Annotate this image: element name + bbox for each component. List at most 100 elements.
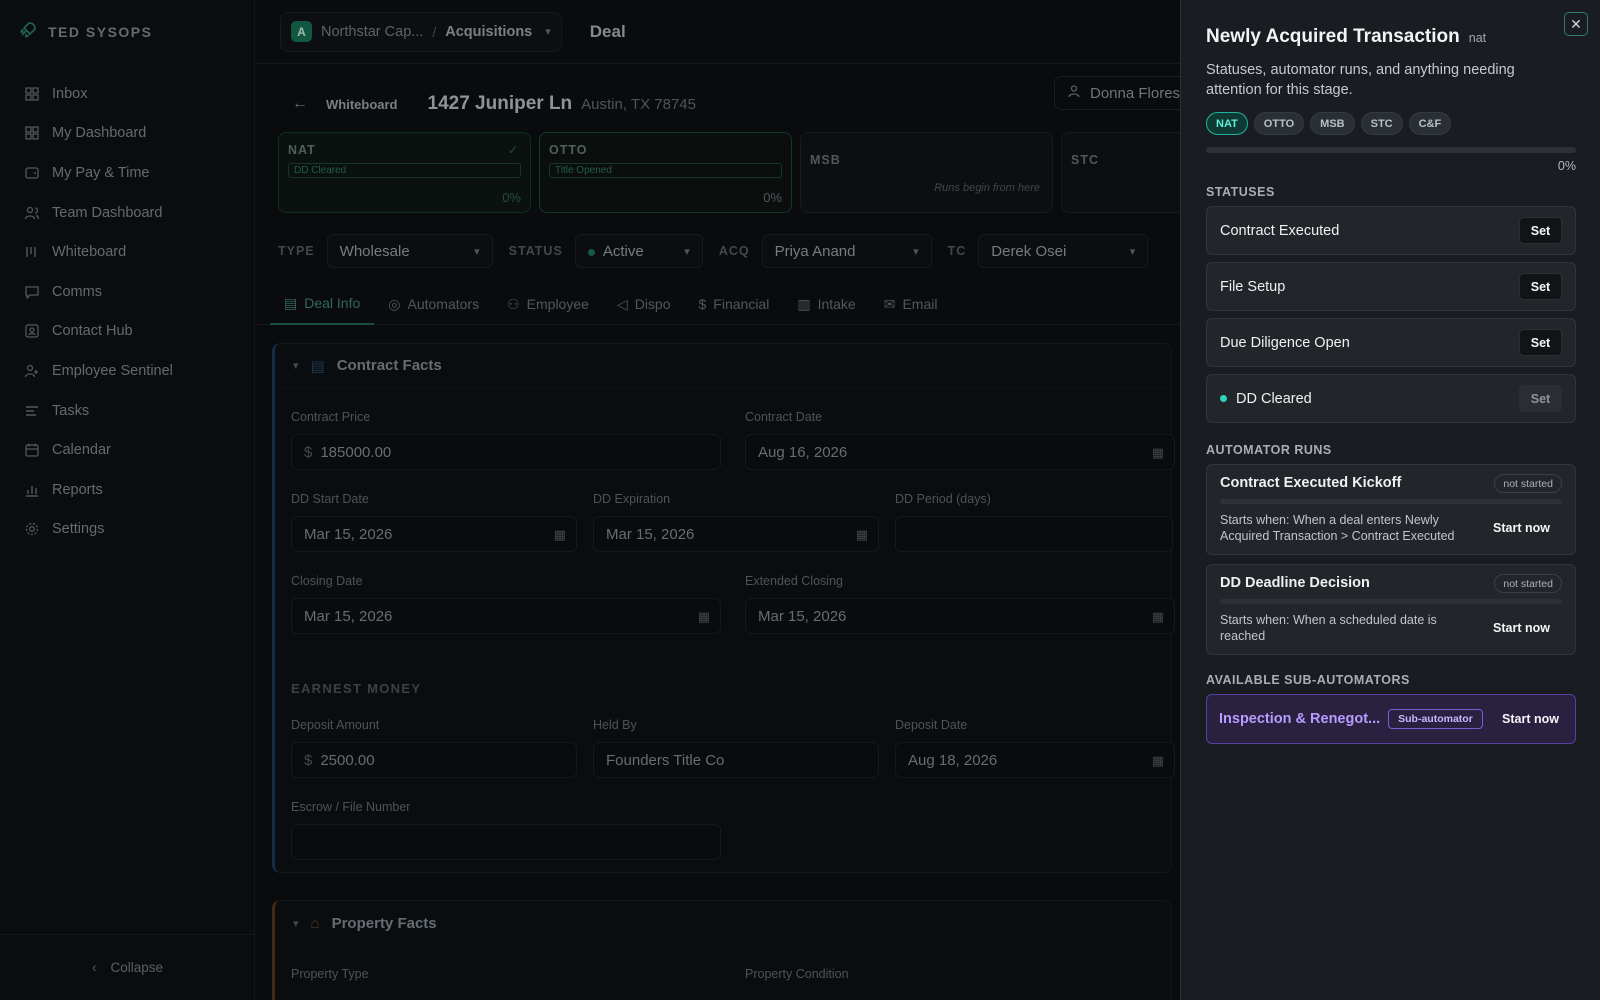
deal-tabs: ▤ Deal Info ◎ Automators ⚇ Employee ◁ Dispo … bbox=[256, 283, 1256, 325]
sidebar-item-employee-sentinel[interactable]: Employee Sentinel bbox=[0, 351, 254, 391]
calendar-icon: ▦ bbox=[1151, 445, 1164, 460]
collapse-button[interactable]: ‹ Collapse bbox=[0, 934, 255, 1000]
team-icon bbox=[24, 206, 40, 219]
stage-pill-nat[interactable]: NAT bbox=[1206, 112, 1248, 135]
back-arrow-icon[interactable]: ← bbox=[292, 95, 308, 113]
start-now-button[interactable]: Start now bbox=[1493, 621, 1562, 635]
sidebar-item-inbox[interactable]: Inbox bbox=[0, 74, 254, 114]
tc-select[interactable]: Derek Osei ▾ bbox=[978, 234, 1149, 268]
stage-drawer: ✕ Newly Acquired Transaction nat Statuse… bbox=[1180, 0, 1600, 1000]
start-now-button[interactable]: Start now bbox=[1502, 712, 1563, 726]
status-label: File Setup bbox=[1220, 278, 1286, 295]
stage-pill-cf[interactable]: C&F bbox=[1408, 112, 1452, 135]
status-select[interactable]: Active ▾ bbox=[574, 234, 703, 268]
sidebar-item-tasks[interactable]: Tasks bbox=[0, 391, 254, 431]
currency-symbol: $ bbox=[304, 443, 313, 461]
user-shield-icon bbox=[24, 364, 38, 378]
set-button[interactable]: Set bbox=[1519, 329, 1562, 356]
contract-price-input[interactable]: $185000.00 bbox=[291, 434, 721, 470]
sidebar-item-label: Contact Hub bbox=[52, 323, 133, 340]
set-button[interactable]: Set bbox=[1519, 217, 1562, 244]
status-row-file-setup: File Setup Set bbox=[1206, 262, 1576, 311]
deal-address: 1427 Juniper Ln bbox=[427, 93, 573, 114]
tab-deal-info[interactable]: ▤ Deal Info bbox=[270, 283, 375, 325]
sidebar-item-my-pay-time[interactable]: My Pay & Time bbox=[0, 153, 254, 193]
status-row-dd-cleared: DD Cleared Set bbox=[1206, 374, 1576, 423]
set-button[interactable]: Set bbox=[1519, 273, 1562, 300]
sidebar-item-label: My Pay & Time bbox=[52, 164, 150, 181]
tab-automators[interactable]: ◎ Automators bbox=[374, 283, 493, 325]
tab-email[interactable]: ✉ Email bbox=[870, 283, 952, 325]
calendar-icon: ▦ bbox=[1151, 753, 1164, 768]
close-button[interactable]: ✕ bbox=[1564, 12, 1588, 36]
progress-percent: 0% bbox=[1557, 159, 1576, 173]
stage-card-msb[interactable]: MSB Runs begin from here bbox=[800, 132, 1053, 213]
set-button[interactable]: Set bbox=[1519, 385, 1562, 412]
tab-financial[interactable]: $ Financial bbox=[685, 283, 784, 325]
property-facts-card: ▾ ⌂ Property Facts Property Type Propert… bbox=[272, 900, 1172, 1000]
deposit-date-input[interactable]: Aug 18, 2026 ▦ bbox=[895, 742, 1175, 778]
acq-value: Priya Anand bbox=[774, 242, 856, 260]
held-by-label: Held By bbox=[593, 718, 637, 732]
held-by-input[interactable]: Founders Title Co bbox=[593, 742, 879, 778]
extended-closing-input[interactable]: Mar 15, 2026 ▦ bbox=[745, 598, 1175, 634]
owner-chip[interactable]: Donna Flores bbox=[1054, 76, 1194, 110]
stage-card-otto[interactable]: OTTO Title Opened 0% bbox=[539, 132, 792, 213]
sidebar-item-reports[interactable]: Reports bbox=[0, 470, 254, 510]
megaphone-icon: ◁ bbox=[616, 295, 628, 312]
chevron-down-icon: ▾ bbox=[1129, 245, 1136, 258]
dd-expiration-input[interactable]: Mar 15, 2026 ▦ bbox=[593, 516, 879, 552]
closing-date-input[interactable]: Mar 15, 2026 ▦ bbox=[291, 598, 721, 634]
contract-date-input[interactable]: Aug 16, 2026 ▦ bbox=[745, 434, 1175, 470]
run-status-badge: not started bbox=[1494, 574, 1562, 593]
sidebar-item-team-dashboard[interactable]: Team Dashboard bbox=[0, 193, 254, 233]
property-facts-header[interactable]: ▾ ⌂ Property Facts bbox=[275, 901, 1171, 945]
chevron-down-icon: ▾ bbox=[545, 26, 551, 38]
dd-expiration-label: DD Expiration bbox=[593, 492, 671, 506]
sidebar-item-my-dashboard[interactable]: My Dashboard bbox=[0, 114, 254, 154]
sidebar-item-whiteboard[interactable]: Whiteboard bbox=[0, 232, 254, 272]
start-now-button[interactable]: Start now bbox=[1493, 521, 1562, 535]
stage-name: MSB bbox=[810, 153, 841, 167]
sidebar-item-label: Tasks bbox=[52, 402, 90, 419]
tab-employee[interactable]: ⚇ Employee bbox=[493, 283, 603, 325]
org-switcher[interactable]: A Northstar Cap... / Acquisitions ▾ bbox=[280, 11, 562, 52]
rocket-icon bbox=[18, 20, 38, 45]
brand[interactable]: TED SYSOPS bbox=[0, 0, 254, 64]
team-name: Acquisitions bbox=[445, 23, 533, 40]
calendar-icon: ▦ bbox=[855, 527, 868, 542]
dd-start-input[interactable]: Mar 15, 2026 ▦ bbox=[291, 516, 577, 552]
dd-period-label: DD Period (days) bbox=[895, 492, 991, 506]
sidebar-item-contact-hub[interactable]: Contact Hub bbox=[0, 312, 254, 352]
escrow-label: Escrow / File Number bbox=[291, 800, 411, 814]
tab-label: Automators bbox=[407, 296, 480, 312]
dd-period-input[interactable] bbox=[895, 516, 1173, 552]
sidebar-item-label: Calendar bbox=[52, 442, 111, 459]
stage-pill-stc[interactable]: STC bbox=[1360, 112, 1403, 135]
deposit-amount-input[interactable]: $2500.00 bbox=[291, 742, 577, 778]
acq-select[interactable]: Priya Anand ▾ bbox=[761, 234, 932, 268]
closing-date-label: Closing Date bbox=[291, 574, 363, 588]
stage-pill-otto[interactable]: OTTO bbox=[1253, 112, 1305, 135]
sidebar-item-comms[interactable]: Comms bbox=[0, 272, 254, 312]
tab-intake[interactable]: ▥ Intake bbox=[783, 283, 869, 325]
type-select[interactable]: Wholesale ▾ bbox=[326, 234, 493, 268]
tab-label: Employee bbox=[526, 296, 589, 312]
sub-automator-card: Inspection & Renegot... Sub-automator St… bbox=[1206, 694, 1576, 744]
contract-facts-header[interactable]: ▾ ▤ Contract Facts bbox=[275, 344, 1171, 388]
tc-value: Derek Osei bbox=[991, 242, 1067, 260]
held-by-value: Founders Title Co bbox=[606, 751, 725, 769]
sidebar-item-label: Inbox bbox=[52, 85, 88, 102]
sidebar-item-calendar[interactable]: Calendar bbox=[0, 430, 254, 470]
escrow-input[interactable] bbox=[291, 824, 721, 860]
stage-name: NAT bbox=[288, 143, 316, 157]
stage-card-nat[interactable]: NAT ✓ DD Cleared 0% bbox=[278, 132, 531, 213]
stage-pill-msb[interactable]: MSB bbox=[1310, 112, 1355, 135]
earnest-money-heading: EARNEST MONEY bbox=[291, 681, 422, 696]
breadcrumb-whiteboard[interactable]: Whiteboard bbox=[326, 97, 398, 112]
sidebar-item-settings[interactable]: Settings bbox=[0, 510, 254, 550]
stage-status-chip: DD Cleared bbox=[288, 163, 521, 178]
tab-dispo[interactable]: ◁ Dispo bbox=[603, 283, 685, 325]
acq-label: ACQ bbox=[718, 244, 750, 258]
page-title: Deal bbox=[589, 21, 626, 41]
